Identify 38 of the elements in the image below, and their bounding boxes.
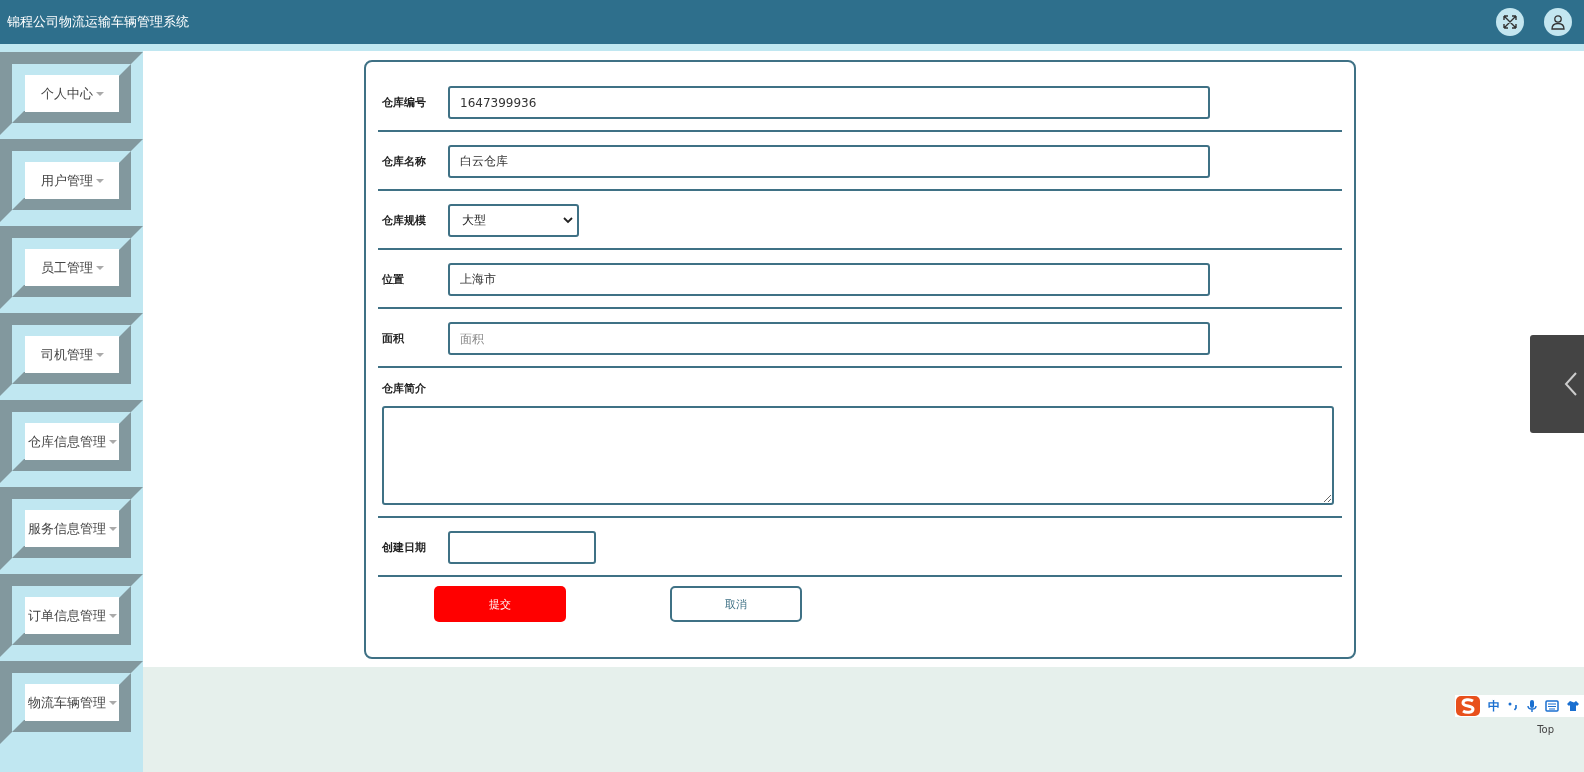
back-to-top-link[interactable]: Top — [1537, 724, 1554, 735]
input-field[interactable]: 面积 — [448, 322, 1210, 355]
field-label: 仓库名称 — [382, 154, 427, 169]
chevron-down-icon — [563, 217, 573, 224]
field-label: 仓库规模 — [382, 213, 427, 228]
keyboard-icon[interactable] — [1545, 700, 1559, 712]
sidebar-item[interactable]: 司机管理 — [25, 336, 119, 373]
ime-mode[interactable]: 中 — [1488, 697, 1500, 715]
fullscreen-button[interactable] — [1496, 8, 1524, 36]
app-title: 锦程公司物流运输车辆管理系统 — [7, 13, 189, 31]
input-field[interactable]: 1647399936 — [448, 86, 1210, 119]
microphone-icon[interactable] — [1526, 699, 1538, 713]
sidebar-item[interactable]: 员工管理 — [25, 249, 119, 286]
punctuation-icon[interactable] — [1507, 700, 1519, 712]
field-label: 面积 — [382, 331, 405, 346]
cancel-button[interactable]: 取消 — [670, 586, 802, 622]
sidebar-item[interactable]: 个人中心 — [25, 75, 119, 112]
date-field[interactable] — [448, 531, 596, 564]
user-button[interactable] — [1544, 8, 1572, 36]
user-icon — [1550, 14, 1566, 30]
input-field[interactable]: 白云仓库 — [448, 145, 1210, 178]
sidebar-item[interactable]: 用户管理 — [25, 162, 119, 199]
sidebar-item[interactable]: 仓库信息管理 — [25, 423, 119, 460]
sidebar-item[interactable]: 服务信息管理 — [25, 510, 119, 547]
chevron-left-icon — [1564, 371, 1578, 397]
expand-icon — [1502, 14, 1518, 30]
side-panel-toggle[interactable] — [1530, 335, 1584, 433]
sidebar-item[interactable]: 订单信息管理 — [25, 597, 119, 634]
shirt-icon[interactable] — [1566, 700, 1580, 712]
sidebar-item[interactable]: 物流车辆管理 — [25, 684, 119, 721]
textarea-field[interactable] — [382, 406, 1334, 505]
submit-button[interactable]: 提交 — [434, 586, 566, 622]
field-label: 仓库编号 — [382, 95, 427, 110]
field-label: 仓库简介 — [382, 381, 427, 396]
input-field[interactable]: 上海市 — [448, 263, 1210, 296]
field-label: 创建日期 — [382, 540, 427, 555]
field-label: 位置 — [382, 272, 405, 287]
select-field[interactable]: 大型 — [448, 204, 579, 237]
